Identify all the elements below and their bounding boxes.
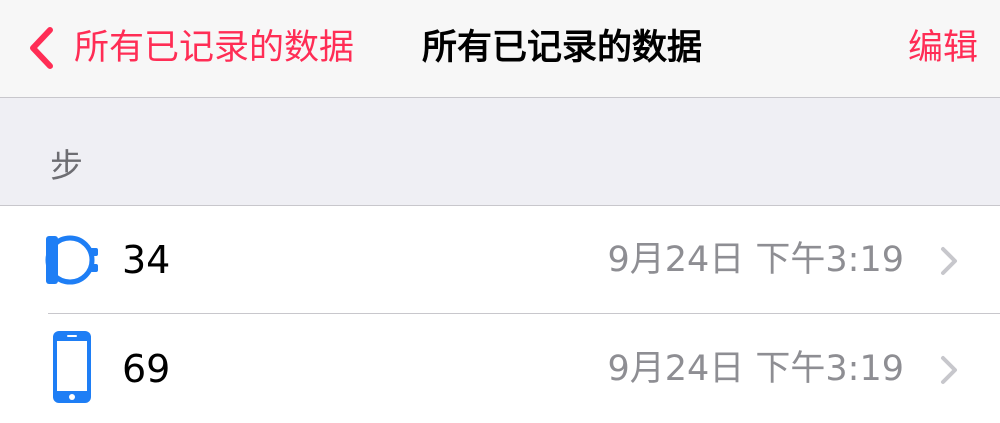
row-timestamp: 9月24日 下午3:19 [607, 349, 904, 389]
list-item[interactable]: 69 9月24日 下午3:19 [0, 315, 1000, 423]
row-divider [48, 313, 1000, 314]
back-button[interactable]: 所有已记录的数据 [28, 18, 354, 78]
list-item[interactable]: 34 9月24日 下午3:19 [0, 206, 1000, 314]
iphone-icon [42, 331, 102, 403]
row-value: 69 [122, 347, 171, 391]
edit-button[interactable]: 编辑 [908, 18, 978, 78]
data-list: 34 9月24日 下午3:19 69 9月24日 下午3:19 [0, 206, 1000, 423]
apple-watch-icon [42, 230, 102, 290]
section-title: 步 [50, 146, 83, 185]
back-button-label: 所有已记录的数据 [74, 28, 355, 68]
section-header: 步 [0, 98, 1000, 206]
chevron-right-icon [941, 247, 957, 275]
chevron-left-icon [30, 27, 53, 69]
row-timestamp: 9月24日 下午3:19 [607, 240, 904, 280]
chevron-right-icon [941, 356, 957, 384]
navigation-bar: 所有已记录的数据 所有已记录的数据 编辑 [0, 0, 1000, 98]
page-title: 所有已记录的数据 [422, 28, 703, 68]
row-value: 34 [122, 238, 171, 282]
